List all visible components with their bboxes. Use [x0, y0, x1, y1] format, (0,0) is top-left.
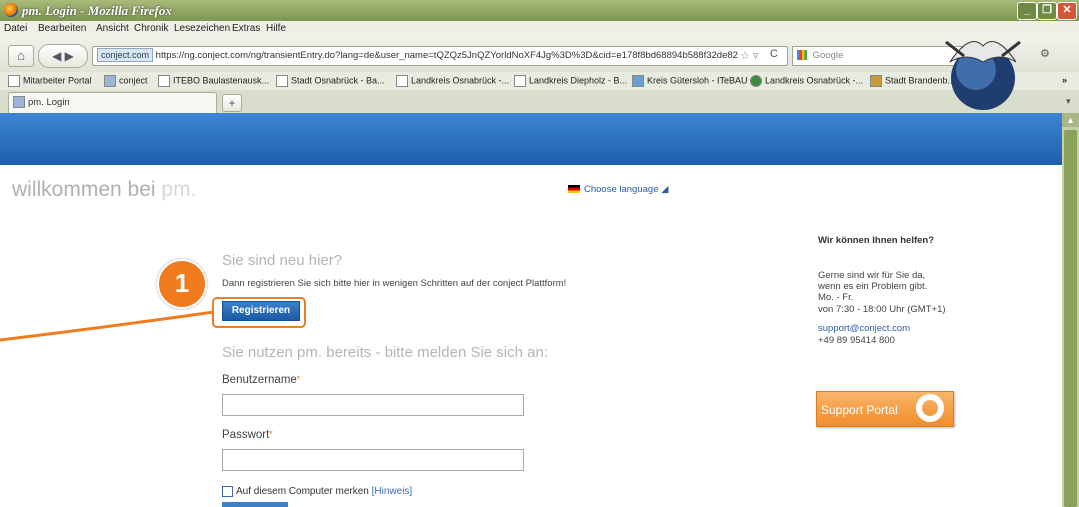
menu-bearbeiten[interactable]: Bearbeiten	[38, 23, 86, 34]
login-heading: Sie nutzen pm. bereits - bitte melden Si…	[222, 344, 549, 361]
bookmark-item[interactable]: Landkreis Osnabrück -...	[750, 75, 863, 87]
mascot-globe-icon	[945, 40, 1021, 110]
support-phone: +49 89 95414 800	[818, 335, 895, 346]
bookmark-item[interactable]: Landkreis Diepholz - B...	[514, 75, 627, 87]
pm-favicon-icon	[13, 96, 25, 109]
bookmark-item[interactable]: Landkreis Osnabrück -...	[396, 75, 509, 87]
help-title: Wir können Ihnen helfen?	[818, 235, 935, 246]
bookmark-item[interactable]: Mitarbeiter Portal	[8, 75, 92, 87]
url-text: https://ng.conject.com/ng/transientEntry…	[155, 50, 738, 61]
remember-me-row: Auf diesem Computer merken [Hinweis]	[222, 486, 412, 497]
page-icon	[514, 75, 526, 87]
german-flag-icon	[568, 185, 580, 194]
addon-icon[interactable]: ⚙	[1040, 47, 1050, 60]
home-icon: ⌂	[17, 48, 25, 63]
support-email-link[interactable]: support@conject.com	[818, 323, 910, 334]
brand-pm: pm.	[161, 178, 197, 201]
page-icon	[276, 75, 288, 87]
bookmark-item[interactable]: conject	[104, 75, 148, 87]
site-identity-badge[interactable]: conject.com	[97, 48, 154, 63]
search-placeholder: Google	[812, 50, 844, 61]
bookmark-item[interactable]: Stadt Osnabrück - Ba...	[276, 75, 385, 87]
required-mark: *	[269, 429, 273, 439]
menu-hilfe[interactable]: Hilfe	[266, 23, 286, 34]
remember-me-checkbox[interactable]	[222, 486, 233, 497]
close-button[interactable]: ✕	[1057, 2, 1077, 20]
password-input[interactable]	[222, 449, 524, 471]
back-arrow-icon: ◀	[52, 49, 62, 63]
new-user-heading: Sie sind neu hier?	[222, 252, 343, 269]
scroll-up-icon[interactable]: ▲	[1062, 113, 1079, 127]
menu-chronik[interactable]: Chronik	[134, 23, 168, 34]
username-input[interactable]	[222, 394, 524, 416]
tab-list-icon[interactable]: ▾	[1066, 96, 1071, 107]
login-button[interactable]	[222, 502, 288, 507]
plus-icon: +	[228, 96, 236, 110]
required-mark: *	[296, 374, 301, 384]
page-header-bar	[0, 113, 1062, 165]
minimize-button[interactable]: _	[1017, 2, 1037, 20]
home-button[interactable]: ⌂	[8, 45, 34, 67]
help-line: Gerne sind wir für Sie da,	[818, 270, 926, 281]
username-label: Benutzername*	[222, 374, 301, 386]
crest-icon	[870, 75, 882, 87]
google-icon	[797, 50, 807, 61]
help-line: wenn es ein Problem gibt.	[818, 281, 928, 292]
menu-datei[interactable]: Datei	[4, 23, 27, 34]
menu-lesezeichen[interactable]: Lesezeichen	[174, 23, 230, 34]
conject-icon	[104, 75, 116, 87]
page-icon	[8, 75, 20, 87]
kreis-icon	[632, 75, 644, 87]
menu-extras[interactable]: Extras	[232, 23, 260, 34]
page-icon	[158, 75, 170, 87]
new-user-subtext: Dann registrieren Sie sich bitte hier in…	[222, 278, 567, 289]
callout-line	[0, 310, 215, 342]
tab-pm-login[interactable]: pm. Login	[8, 92, 217, 113]
lifebuoy-icon	[916, 394, 944, 422]
bookmarks-overflow-icon[interactable]: »	[1062, 75, 1067, 85]
new-tab-button[interactable]: +	[222, 94, 242, 112]
scrollbar-thumb[interactable]	[1064, 130, 1077, 507]
maximize-button[interactable]: ❐	[1037, 2, 1057, 20]
back-forward-button[interactable]: ◀ ▶	[38, 44, 88, 68]
help-line: Mo. - Fr.	[818, 292, 854, 303]
window-title: pm. Login - Mozilla Firefox	[22, 3, 172, 18]
landkreis-icon	[750, 75, 762, 87]
forward-arrow-icon: ▶	[64, 49, 74, 63]
welcome-heading: willkommen bei pm.	[12, 178, 197, 201]
url-bar[interactable]: conject.com https://ng.conject.com/ng/tr…	[92, 46, 788, 66]
hint-link[interactable]: [Hinweis]	[372, 486, 413, 497]
bookmark-item[interactable]: ITEBO Baulastenausk...	[158, 75, 269, 87]
bookmark-star-icon[interactable]: ☆ ▿	[740, 49, 758, 62]
choose-language-link[interactable]: Choose language ◢	[568, 184, 668, 195]
firefox-logo-icon	[4, 3, 18, 17]
page-icon	[396, 75, 408, 87]
password-label: Passwort*	[222, 429, 273, 441]
menu-ansicht[interactable]: Ansicht	[96, 23, 129, 34]
remember-me-label: Auf diesem Computer merken	[236, 486, 369, 498]
bookmark-item[interactable]: Kreis Gütersloh - ITeBAU	[632, 75, 748, 87]
help-line: von 7:30 - 18:00 Uhr (GMT+1)	[818, 304, 946, 315]
register-button[interactable]: Registrieren	[222, 301, 300, 321]
reload-icon[interactable]: C	[770, 48, 778, 60]
